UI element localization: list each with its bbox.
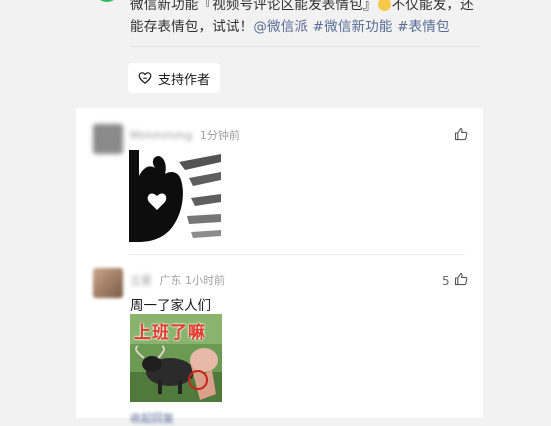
collapse-replies-link[interactable]: 收起回复 — [130, 410, 174, 426]
hashtag-link[interactable]: #微信新功能 — [313, 19, 393, 35]
comment-time: 1分钟前 — [199, 129, 240, 142]
thumbs-up-icon — [454, 272, 468, 289]
comment-username[interactable]: Mimmmmg — [130, 129, 192, 142]
divider — [129, 254, 465, 255]
sticker-image[interactable] — [129, 150, 221, 242]
avatar[interactable] — [93, 124, 123, 154]
like-count: 5 — [442, 273, 450, 288]
comment-item: Mimmmmg 1分钟前 — [76, 108, 483, 260]
thumbs-up-icon — [454, 127, 468, 144]
hashtag-link[interactable]: @微信派 — [253, 19, 308, 35]
comment-meta: Mimmmmg 1分钟前 — [130, 127, 240, 143]
smile-emoji-icon — [377, 0, 391, 11]
comment-time: 1小时前 — [185, 274, 225, 287]
heart-outline-icon — [138, 71, 152, 85]
post-text: 微信新功能『视频号评论区能发表情包』 不仅能发，还能存表情包，试试！@微信派 #微… — [130, 0, 480, 38]
avatar[interactable] — [93, 268, 123, 298]
comment-item: 立夏 广东 1小时前 5 周一了家人们 上班了嘛 收起回复 — [76, 260, 483, 425]
author-avatar[interactable] — [94, 0, 120, 2]
hashtag-link[interactable]: #表情包 — [397, 19, 450, 35]
support-author-label: 支持作者 — [158, 72, 211, 88]
comment-meta: 立夏 广东 1小时前 — [130, 272, 225, 288]
sticker-caption: 上班了嘛 — [134, 323, 206, 343]
support-author-button[interactable]: 支持作者 — [128, 63, 221, 93]
post-content: 微信新功能『视频号评论区能发表情包』 不仅能发，还能存表情包，试试！@微信派 #微… — [0, 0, 551, 110]
comment-text: 周一了家人们 — [130, 298, 211, 314]
post-text-part: 微信新功能『视频号评论区能发表情包』 — [130, 0, 377, 13]
comment-location: 广东 — [159, 274, 182, 287]
like-button[interactable] — [454, 127, 468, 144]
like-button[interactable]: 5 — [442, 272, 468, 289]
sticker-image[interactable]: 上班了嘛 — [130, 314, 222, 402]
comment-username[interactable]: 立夏 — [130, 274, 152, 287]
comments-panel: Mimmmmg 1分钟前 立夏 广东 1小时前 5 周一了家人们 上班了嘛 收起… — [76, 108, 483, 425]
divider — [130, 46, 480, 47]
